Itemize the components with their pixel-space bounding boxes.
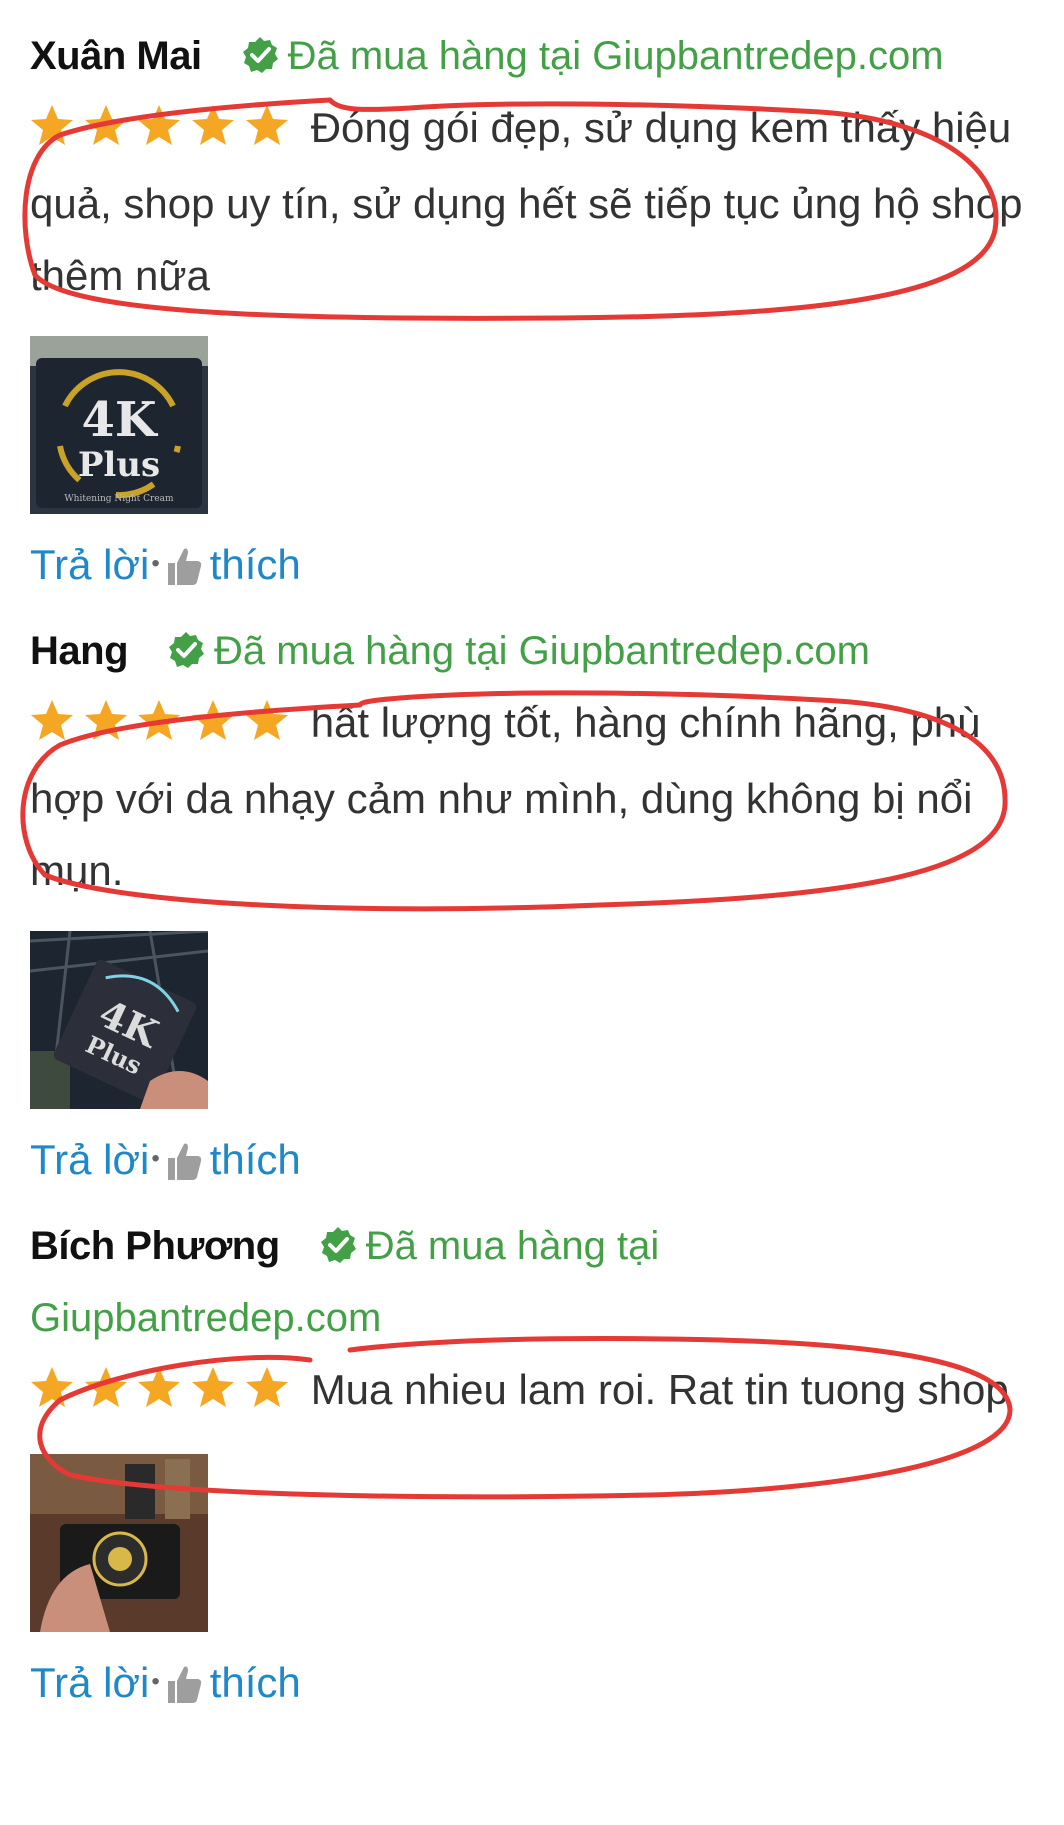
product-label: Whitening Night Cream bbox=[64, 494, 174, 504]
review-header: Xuân Mai Đã mua hàng tại Giupbantredep.c… bbox=[30, 30, 1050, 82]
review-item: Xuân Mai Đã mua hàng tại Giupbantredep.c… bbox=[30, 30, 1050, 593]
reviewer-name: Bích Phương bbox=[30, 1224, 280, 1268]
reviewer-name: Hang bbox=[30, 629, 129, 673]
separator-dot: • bbox=[151, 550, 160, 577]
verified-store-name: Giupbantredep.com bbox=[30, 1296, 382, 1340]
product-label: 4K bbox=[81, 392, 158, 448]
review-header: Hang Đã mua hàng tại Giupbantredep.com bbox=[30, 625, 1050, 677]
verified-purchase-label: Đã mua hàng tại bbox=[365, 1224, 660, 1268]
reviewer-name: Xuân Mai bbox=[30, 34, 202, 78]
verified-purchase-label: Đã mua hàng tại Giupbantredep.com bbox=[287, 34, 944, 78]
verified-badge-icon bbox=[169, 632, 204, 668]
review-text-block: Đóng gói đẹp, sử dụng kem thấy hiệu quả,… bbox=[30, 92, 1050, 312]
star-icon bbox=[245, 1367, 288, 1407]
reply-link[interactable]: Trả lời bbox=[30, 1136, 149, 1183]
star-icon bbox=[138, 1367, 181, 1407]
star-icon bbox=[192, 1367, 235, 1407]
verified-purchase-label: Đã mua hàng tại Giupbantredep.com bbox=[214, 629, 870, 673]
review-photo[interactable]: 4K Plus bbox=[30, 931, 208, 1109]
star-icon bbox=[192, 105, 235, 145]
review-actions: Trả lời• thích bbox=[30, 536, 1050, 593]
star-icon bbox=[192, 700, 235, 740]
star-icon bbox=[31, 105, 73, 145]
verified-badge-icon bbox=[242, 37, 278, 73]
verified-badge-icon bbox=[320, 1227, 356, 1263]
product-label: Plus bbox=[78, 445, 160, 485]
star-rating bbox=[30, 1358, 288, 1430]
review-actions: Trả lời• thích bbox=[30, 1654, 1050, 1711]
thumbs-up-icon[interactable] bbox=[164, 1140, 204, 1182]
star-icon bbox=[138, 700, 181, 740]
review-text: Mua nhieu lam roi. Rat tin tuong shop bbox=[310, 1366, 1009, 1413]
star-rating bbox=[30, 96, 288, 168]
reply-link[interactable]: Trả lời bbox=[30, 1659, 149, 1706]
star-icon bbox=[84, 105, 127, 145]
review-photo[interactable]: 4K Plus Whitening Night Cream bbox=[30, 336, 208, 514]
separator-dot: • bbox=[151, 1145, 160, 1172]
reply-link[interactable]: Trả lời bbox=[30, 541, 149, 588]
review-header: Bích Phương Đã mua hàng tại Giupbantrede… bbox=[30, 1220, 1050, 1344]
review-actions: Trả lời• thích bbox=[30, 1131, 1050, 1188]
star-icon bbox=[31, 1367, 73, 1407]
review-photo[interactable] bbox=[30, 1454, 208, 1632]
review-item: Hang Đã mua hàng tại Giupbantredep.com h… bbox=[30, 625, 1050, 1188]
thumbs-up-icon[interactable] bbox=[164, 545, 204, 587]
star-icon bbox=[245, 700, 288, 740]
like-link[interactable]: thích bbox=[210, 1136, 301, 1183]
star-icon bbox=[84, 700, 127, 740]
review-text-block: Mua nhieu lam roi. Rat tin tuong shop bbox=[30, 1354, 1050, 1430]
star-icon bbox=[245, 105, 288, 145]
star-icon bbox=[138, 105, 181, 145]
star-icon bbox=[31, 700, 73, 740]
separator-dot: • bbox=[151, 1668, 160, 1695]
thumbs-up-icon[interactable] bbox=[164, 1663, 204, 1705]
star-rating bbox=[30, 691, 288, 763]
like-link[interactable]: thích bbox=[210, 1659, 301, 1706]
like-link[interactable]: thích bbox=[210, 541, 301, 588]
star-icon bbox=[84, 1367, 127, 1407]
review-item: Bích Phương Đã mua hàng tại Giupbantrede… bbox=[30, 1220, 1050, 1711]
review-text-block: hất lượng tốt, hàng chính hãng, phù hợp … bbox=[30, 687, 1050, 907]
